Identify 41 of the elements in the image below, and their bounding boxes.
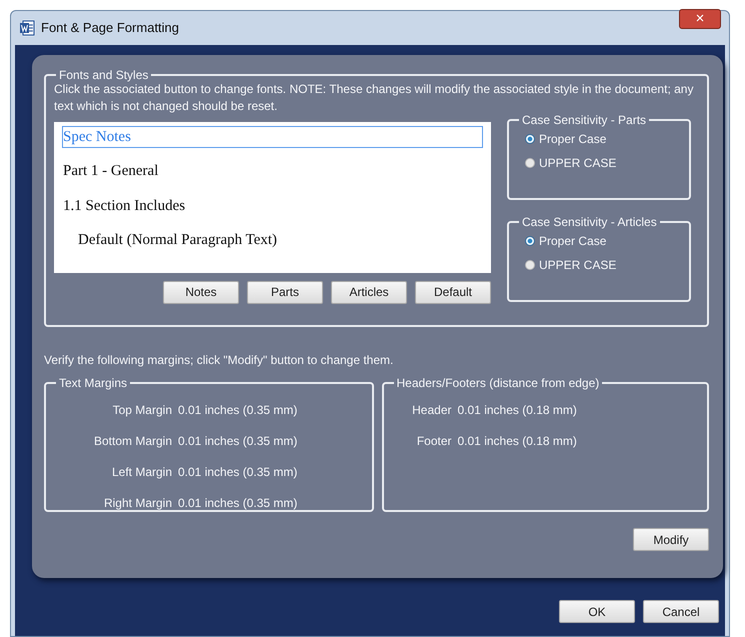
radio-label: Proper Case — [539, 232, 606, 250]
margin-value: 0.01 inches (0.18 mm) — [458, 402, 577, 419]
group-title: Headers/Footers (distance from edge) — [396, 377, 600, 389]
instructions-text: Click the associated button to change fonts. NOTE: These changes will modify the associated style in the document; any text which is not changed should be reset. — [54, 82, 694, 115]
margin-value: 0.01 inches (0.18 mm) — [458, 433, 577, 450]
radio-label: UPPER CASE — [539, 154, 616, 172]
radio-label: Proper Case — [539, 130, 606, 148]
style-button[interactable]: Articles — [331, 280, 407, 304]
group-title: Fonts and Styles — [58, 69, 150, 81]
margin-label: Left Margin — [110, 464, 172, 481]
style-button[interactable]: Notes — [163, 280, 239, 304]
margin-label: Bottom Margin — [92, 433, 172, 450]
margin-value: 0.01 inches (0.35 mm) — [178, 433, 298, 450]
radio-button[interactable] — [525, 236, 535, 246]
radio-button[interactable] — [525, 134, 535, 144]
margins-note: Verify the following margins; click "Modify" button to change them. — [44, 353, 394, 367]
margin-label: Right Margin — [102, 495, 172, 512]
document-app-icon — [19, 20, 35, 36]
style-item[interactable]: Spec Notes — [62, 126, 483, 148]
group-title: Case Sensitivity - Articles — [521, 216, 658, 228]
margin-label: Header — [411, 402, 452, 419]
group-title: Case Sensitivity - Parts — [521, 114, 648, 126]
style-item[interactable]: Default (Normal Paragraph Text) — [62, 229, 483, 252]
dialog-button[interactable]: OK — [559, 600, 635, 623]
margin-label: Footer — [416, 433, 452, 450]
close-button[interactable]: × — [679, 9, 721, 29]
radio-button[interactable] — [525, 260, 535, 270]
style-button[interactable]: Default — [415, 280, 491, 304]
group-title: Text Margins — [58, 377, 128, 389]
style-item[interactable]: 1.1 Section Includes — [62, 194, 483, 218]
margin-value: 0.01 inches (0.35 mm) — [178, 402, 298, 419]
style-item[interactable]: Part 1 - General — [62, 160, 483, 183]
style-button[interactable]: Parts — [247, 280, 323, 304]
modify-button[interactable]: Modify — [633, 528, 709, 551]
margin-value: 0.01 inches (0.35 mm) — [178, 464, 298, 481]
radio-label: UPPER CASE — [539, 256, 616, 274]
margin-label: Top Margin — [112, 402, 172, 419]
margin-value: 0.01 inches (0.35 mm) — [178, 495, 298, 512]
dialog-button[interactable]: Cancel — [643, 600, 719, 623]
radio-button[interactable] — [525, 158, 535, 168]
window-title: Font & Page Formatting — [41, 19, 180, 38]
